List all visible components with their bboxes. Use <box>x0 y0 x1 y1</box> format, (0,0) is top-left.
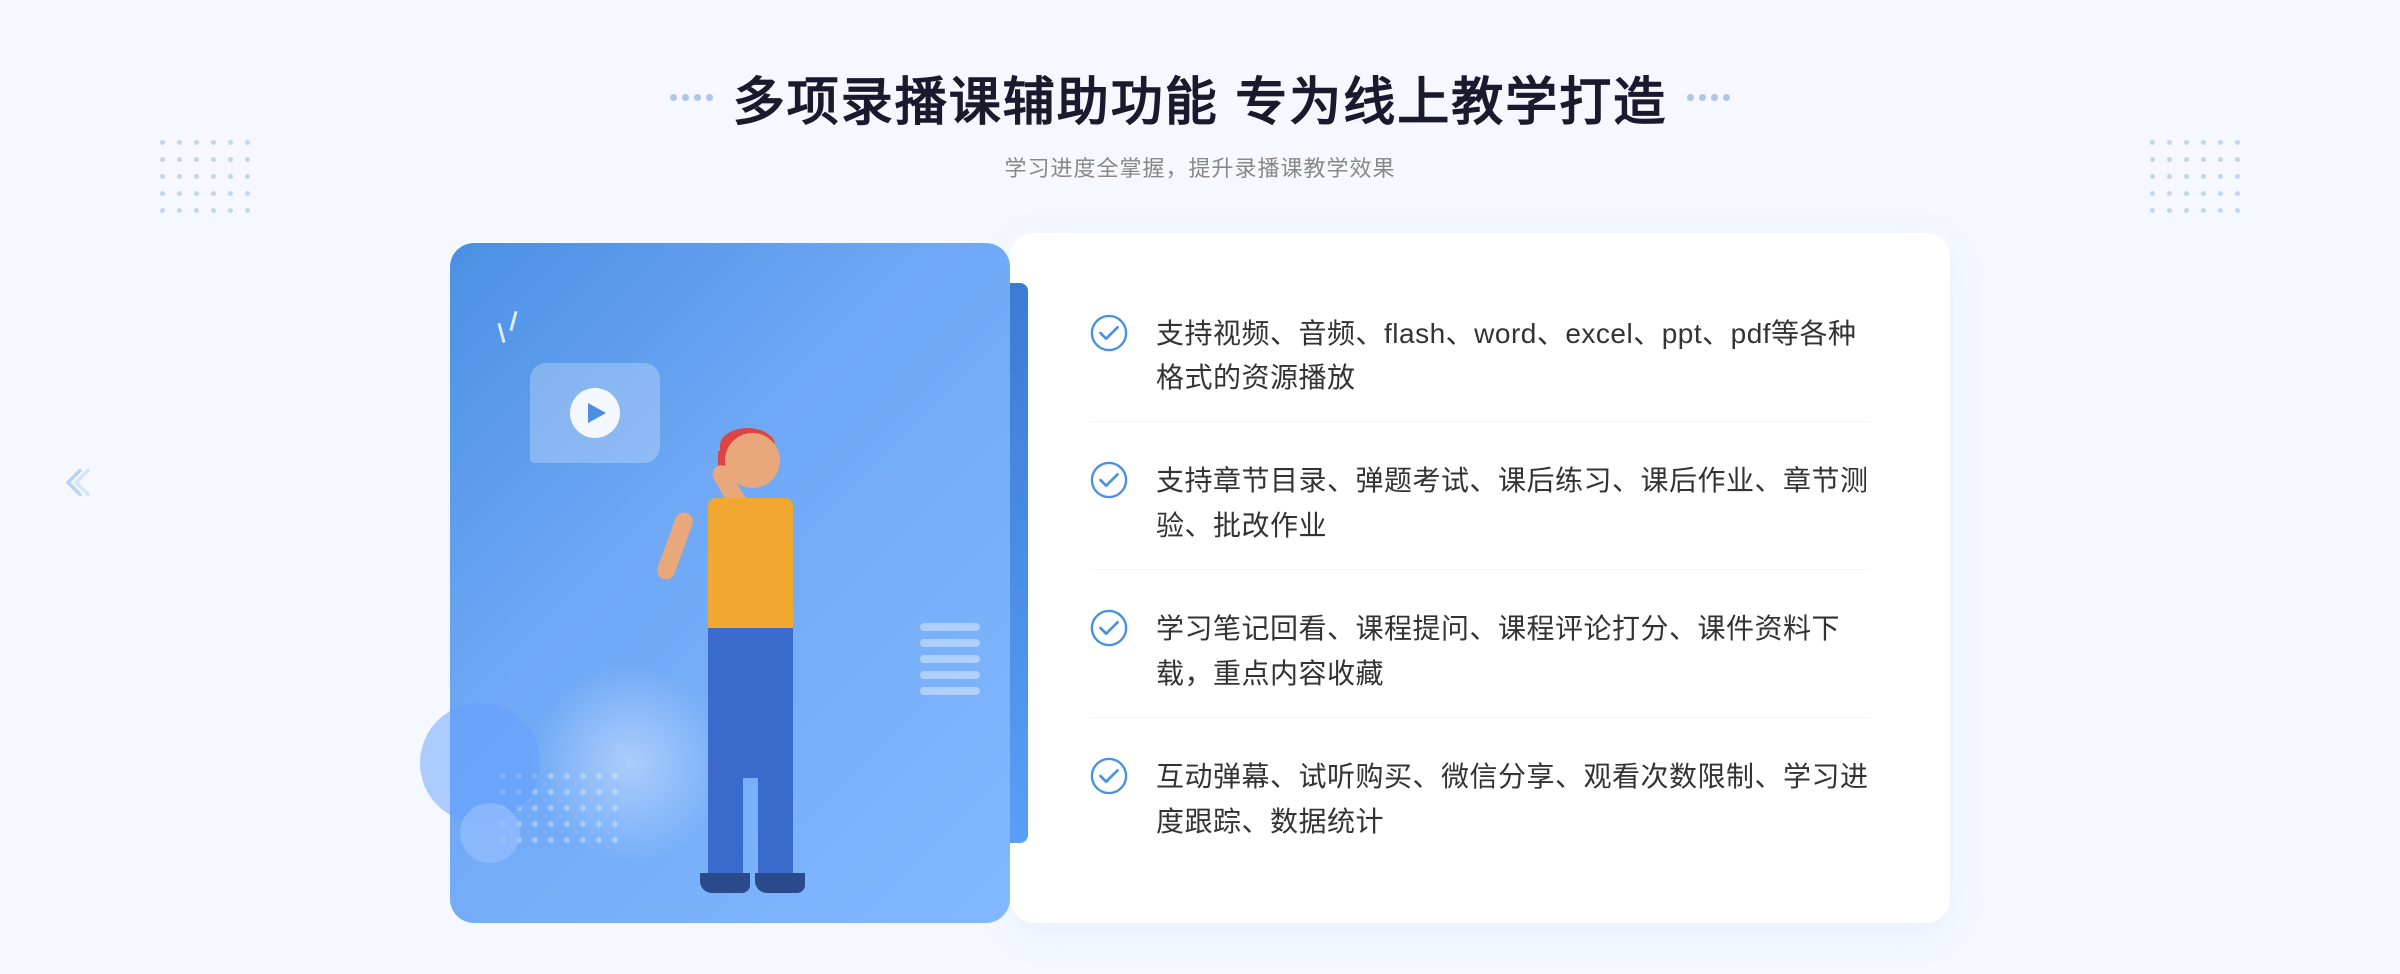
header-dot <box>670 94 677 101</box>
header-dot <box>1687 94 1694 101</box>
header-section: 多项录播课辅助功能 专为线上教学打造 学习进度全掌握，提升录播课教学效果 <box>670 60 1730 183</box>
deco-circle-small <box>460 803 520 863</box>
page-container: 多项录播课辅助功能 专为线上教学打造 学习进度全掌握，提升录播课教学效果 <box>0 0 2400 974</box>
header-dot <box>682 94 689 101</box>
figure-torso <box>708 498 793 638</box>
check-circle-icon-1 <box>1090 314 1128 352</box>
figure-arm-left <box>655 510 696 582</box>
main-title: 多项录播课辅助功能 专为线上教学打造 <box>733 60 1667 135</box>
figure-shoe-left <box>700 873 750 893</box>
arrow-left-icon <box>55 463 95 512</box>
features-panel: 支持视频、音频、flash、word、excel、ppt、pdf等各种格式的资源… <box>1010 233 1950 923</box>
stripe-decoration <box>920 623 980 723</box>
header-dot <box>694 94 701 101</box>
check-circle-icon-2 <box>1090 461 1128 499</box>
header-dec-right <box>1687 94 1730 101</box>
bg-dots-top-left <box>160 140 250 213</box>
feature-item-2: 支持章节目录、弹题考试、课后练习、课后作业、章节测验、批改作业 <box>1090 439 1870 570</box>
content-area: 支持视频、音频、flash、word、excel、ppt、pdf等各种格式的资源… <box>450 233 1950 923</box>
feature-text-1: 支持视频、音频、flash、word、excel、ppt、pdf等各种格式的资源… <box>1156 312 1870 402</box>
check-circle-icon-3 <box>1090 609 1128 647</box>
feature-text-3: 学习笔记回看、课程提问、课程评论打分、课件资料下载，重点内容收藏 <box>1156 607 1870 697</box>
figure-pants <box>708 628 793 778</box>
sub-title: 学习进度全掌握，提升录播课教学效果 <box>670 151 1730 183</box>
illustration-panel <box>450 243 1010 923</box>
bg-dots-top-right <box>2150 140 2240 213</box>
figure-shoe-right <box>755 873 805 893</box>
feature-text-2: 支持章节目录、弹题考试、课后练习、课后作业、章节测验、批改作业 <box>1156 459 1870 549</box>
header-dot <box>1723 94 1730 101</box>
header-dot <box>1699 94 1706 101</box>
feature-item-1: 支持视频、音频、flash、word、excel、ppt、pdf等各种格式的资源… <box>1090 292 1870 423</box>
blue-side-bar <box>1010 283 1028 843</box>
light-ray-2 <box>509 311 517 331</box>
header-decorators: 多项录播课辅助功能 专为线上教学打造 <box>670 60 1730 135</box>
feature-text-4: 互动弹幕、试听购买、微信分享、观看次数限制、学习进度跟踪、数据统计 <box>1156 755 1870 845</box>
header-dec-left <box>670 94 713 101</box>
header-dot <box>706 94 713 101</box>
feature-item-4: 互动弹幕、试听购买、微信分享、观看次数限制、学习进度跟踪、数据统计 <box>1090 735 1870 865</box>
header-dot <box>1711 94 1718 101</box>
figure-leg-left <box>708 763 743 883</box>
figure-illustration <box>570 403 850 923</box>
figure-leg-right <box>758 763 793 883</box>
check-circle-icon-4 <box>1090 757 1128 795</box>
feature-item-3: 学习笔记回看、课程提问、课程评论打分、课件资料下载，重点内容收藏 <box>1090 587 1870 718</box>
light-ray-1 <box>497 323 505 343</box>
